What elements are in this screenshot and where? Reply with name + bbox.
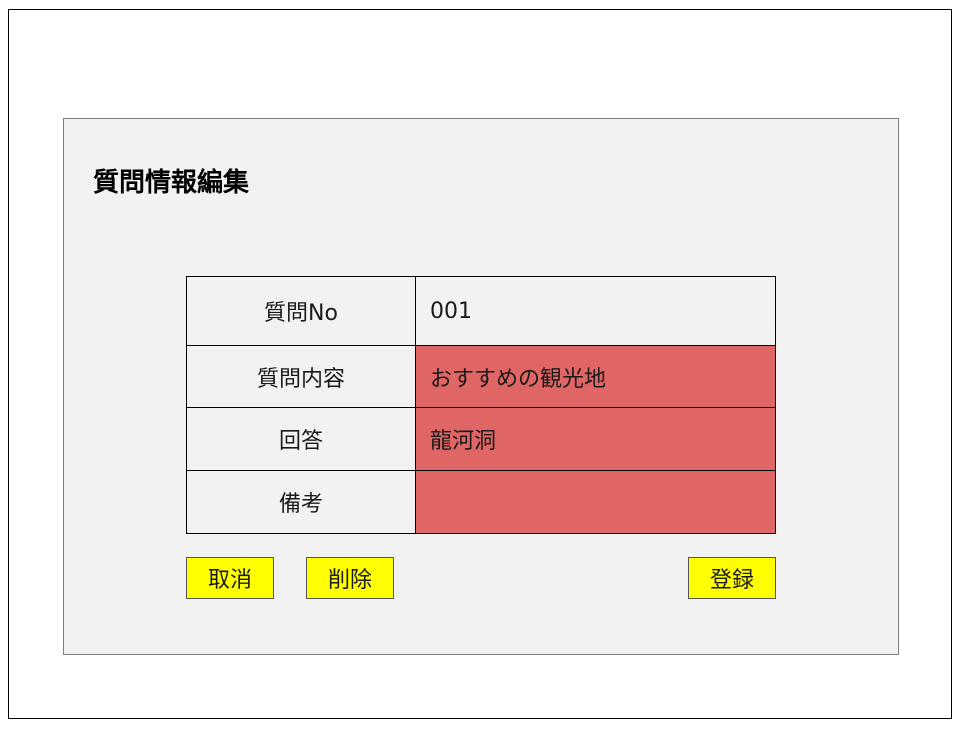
cancel-button[interactable]: 取消 <box>186 557 274 599</box>
remarks-label: 備考 <box>186 470 416 534</box>
answer-field[interactable]: 龍河洞 <box>415 407 776 471</box>
question-content-label: 質問内容 <box>186 345 416 408</box>
question-form-table: 質問No 001 質問内容 おすすめの観光地 回答 龍河洞 備考 <box>186 276 776 534</box>
question-no-value: 001 <box>415 276 776 346</box>
question-no-label: 質問No <box>186 276 416 346</box>
question-content-field[interactable]: おすすめの観光地 <box>415 345 776 408</box>
delete-button[interactable]: 削除 <box>306 557 394 599</box>
remarks-field[interactable] <box>415 470 776 534</box>
table-row-answer: 回答 龍河洞 <box>186 407 776 471</box>
answer-label: 回答 <box>186 407 416 471</box>
table-row-remarks: 備考 <box>186 470 776 534</box>
table-row-question-content: 質問内容 おすすめの観光地 <box>186 345 776 408</box>
page-title: 質問情報編集 <box>93 168 250 198</box>
table-row-question-no: 質問No 001 <box>186 276 776 346</box>
register-button[interactable]: 登録 <box>688 557 776 599</box>
